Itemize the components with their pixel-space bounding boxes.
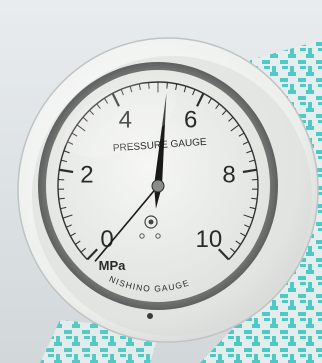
- scale-label: 0: [100, 226, 113, 253]
- scale-label: 10: [196, 226, 223, 253]
- gauge-photo: 0 2 4 6 8 10 PRESSURE GAUGE MPa NISHINO GAUGE: [0, 0, 322, 363]
- needle-hub: [151, 179, 165, 193]
- gauge-illustration: 024 6810 PRESSURE GAUGE MPa NISHINO GAUGE: [0, 0, 322, 363]
- scale-label: 8: [222, 161, 235, 188]
- scale-label: 2: [80, 161, 93, 188]
- gauge-unit: MPa: [99, 258, 127, 273]
- bottom-screw: [147, 313, 153, 319]
- scale-label: 6: [184, 106, 197, 133]
